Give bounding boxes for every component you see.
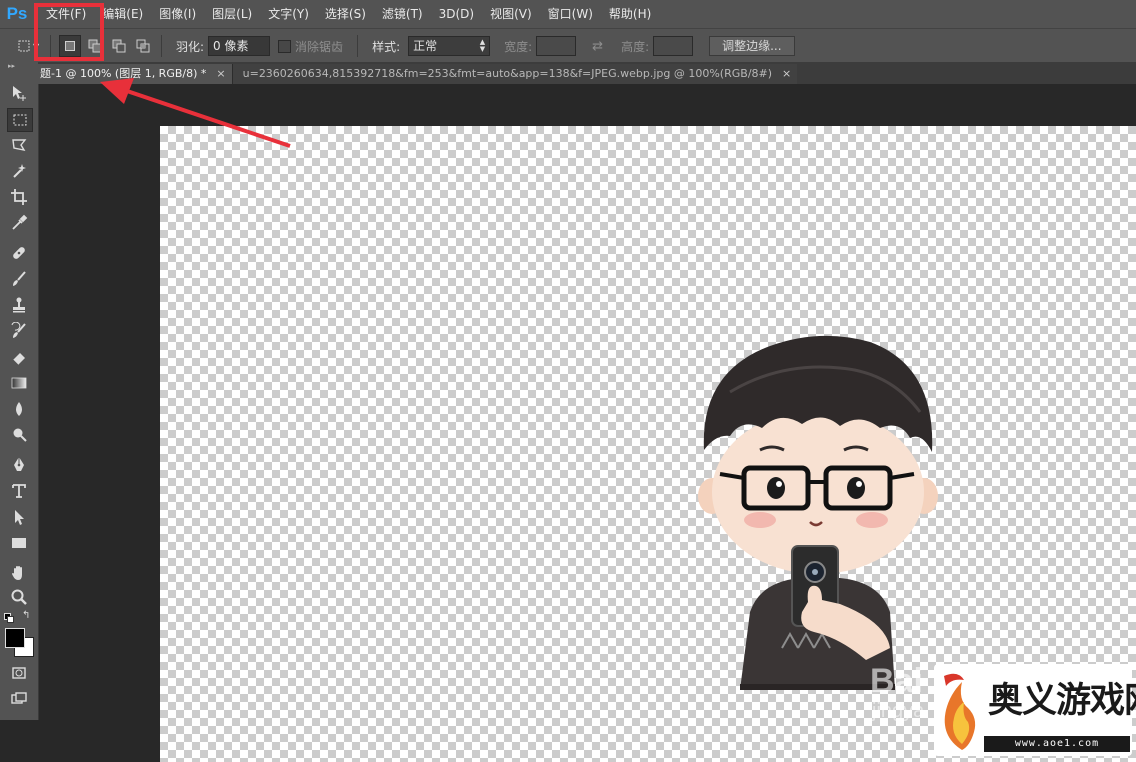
menu-help[interactable]: 帮助(H) [601,0,659,28]
eraser-icon[interactable] [7,346,31,368]
width-input[interactable] [536,36,577,56]
crop-icon[interactable] [7,186,31,208]
divider [357,35,359,57]
clone-stamp-icon[interactable] [7,294,31,316]
menu-3d[interactable]: 3D(D) [431,0,482,28]
refine-edge-button[interactable]: 调整边缘... [709,36,795,56]
swap-dimensions-icon[interactable]: ⇄ [592,39,603,54]
history-brush-icon[interactable] [7,320,31,342]
type-icon[interactable] [7,480,31,502]
eyedropper-icon[interactable] [7,212,31,234]
rectangle-shape-icon[interactable] [7,532,31,554]
swap-colors-icon[interactable]: ↰ [22,610,30,621]
document-tab-label: 题-1 @ 100% (图层 1, RGB/8) * [40,67,207,80]
menu-window[interactable]: 窗口(W) [540,0,601,28]
highlight-annotation-box [34,3,104,61]
quick-mask-icon[interactable] [7,662,31,684]
magic-wand-icon[interactable] [7,160,31,182]
antialias-checkbox[interactable] [278,39,292,53]
dodge-icon[interactable] [7,424,31,446]
document-tab-label: u=2360260634,815392718&fm=253&fmt=auto&a… [242,67,773,80]
menu-type[interactable]: 文字(Y) [260,0,317,28]
height-input[interactable] [653,36,694,56]
feather-input[interactable]: 0 像素 [208,36,271,56]
intersect-selection-icon [136,39,150,53]
style-select-value: 正常 [413,39,438,53]
document-tab-bar: 题-1 @ 100% (图层 1, RGB/8) * × u=236026063… [38,62,1136,84]
antialias-label: 消除锯齿 [295,39,344,54]
path-selection-icon[interactable] [7,506,31,528]
brush-icon[interactable] [7,268,31,290]
menu-filter[interactable]: 滤镜(T) [374,0,431,28]
options-bar: ▼ 羽化: 0 像素 消除锯齿 样式: 正常 ▲ ▼ 宽度: ⇄ 高度: 调整边缘… [0,28,1136,63]
pen-icon[interactable] [7,454,31,476]
zoom-icon[interactable] [7,586,31,608]
subtract-from-selection-button[interactable] [109,36,129,56]
blur-icon[interactable] [7,398,31,420]
tools-panel: ▸▸ ↰ [0,62,39,720]
feather-label: 羽化: [176,39,205,54]
default-colors-icon[interactable] [4,613,14,623]
width-label: 宽度: [504,39,533,54]
cartoon-boy-image [698,335,938,690]
baidu-watermark-sub: jingya [872,700,925,722]
move-tool-icon[interactable] [7,82,31,104]
menu-view[interactable]: 视图(V) [482,0,540,28]
style-label: 样式: [372,39,401,54]
close-icon[interactable]: × [216,64,225,84]
healing-brush-icon[interactable] [7,242,31,264]
menu-select[interactable]: 选择(S) [317,0,374,28]
marquee-tool-icon[interactable] [7,108,33,132]
baidu-watermark: Bai [870,662,923,700]
close-icon[interactable]: × [782,64,791,84]
photoshop-logo: Ps [6,4,28,23]
style-select[interactable]: 正常 ▲ ▼ [408,36,491,56]
hand-icon[interactable] [7,562,31,584]
document-tab-webp[interactable]: u=2360260634,815392718&fm=253&fmt=auto&a… [231,64,798,84]
marquee-preset-icon [18,40,30,52]
menu-layer[interactable]: 图层(L) [204,0,260,28]
document-tab-active[interactable]: 题-1 @ 100% (图层 1, RGB/8) * × [38,64,232,84]
lasso-tool-icon[interactable] [7,134,31,156]
foreground-color-swatch[interactable] [5,628,25,648]
stepper-arrows-icon: ▲ ▼ [479,38,486,53]
height-label: 高度: [621,39,650,54]
menu-bar: Ps 文件(F) 编辑(E) 图像(I) 图层(L) 文字(Y) 选择(S) 滤… [0,0,1136,28]
flame-logo-icon [944,673,976,750]
gradient-icon[interactable] [7,372,31,394]
subtract-selection-icon [112,39,126,53]
site-logo-url: www.aoe1.com [984,736,1130,752]
menu-image[interactable]: 图像(I) [151,0,204,28]
intersect-selection-button[interactable] [133,36,153,56]
panel-collapse-icon[interactable]: ▸▸ [0,62,38,70]
divider [161,35,162,57]
site-logo-text: 奥义游戏网 [988,680,1136,721]
screen-mode-icon[interactable] [7,688,31,710]
